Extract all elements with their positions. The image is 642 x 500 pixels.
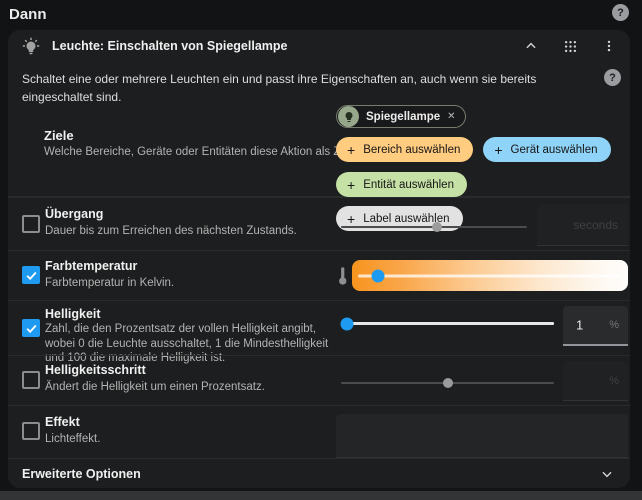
add-entity-chip[interactable]: + Entität auswählen bbox=[336, 172, 467, 197]
color-temp-label: Farbtemperatur bbox=[45, 259, 137, 273]
effect-checkbox[interactable] bbox=[22, 422, 40, 440]
option-row-color-temp: Farbtemperatur Farbtemperatur in Kelvin. bbox=[8, 250, 630, 300]
kebab-menu-icon bbox=[602, 38, 616, 54]
expand-button[interactable] bbox=[598, 465, 616, 483]
effect-label: Effekt bbox=[45, 415, 80, 429]
slider-thumb[interactable] bbox=[432, 222, 442, 232]
option-row-transition: Übergang Dauer bis zum Erreichen des näc… bbox=[8, 197, 630, 250]
brightness-step-description: Ändert die Helligkeit um einen Prozentsa… bbox=[45, 380, 337, 395]
effect-input bbox=[336, 414, 628, 458]
brightness-step-label: Helligkeitsschritt bbox=[45, 363, 146, 377]
chevron-down-icon bbox=[600, 467, 614, 481]
plus-icon: + bbox=[347, 143, 355, 157]
brightness-step-input: % bbox=[563, 361, 628, 401]
brightness-step-checkbox[interactable] bbox=[22, 371, 40, 389]
action-description-row: Schaltet eine oder mehrere Leuchten ein … bbox=[8, 62, 630, 95]
color-temp-slider[interactable] bbox=[352, 260, 628, 291]
plus-icon: + bbox=[347, 178, 355, 192]
action-help-icon[interactable]: ? bbox=[604, 69, 621, 86]
effect-description: Lichteffekt. bbox=[45, 432, 337, 447]
thermometer-icon bbox=[337, 265, 348, 286]
section-header: Dann ? bbox=[0, 0, 642, 30]
close-icon[interactable]: ✕ bbox=[447, 111, 455, 122]
brightness-step-suffix: % bbox=[609, 375, 619, 387]
action-card-header[interactable]: Leuchte: Einschalten von Spiegellampe bbox=[8, 30, 630, 62]
transition-slider[interactable] bbox=[341, 226, 527, 228]
add-device-chip[interactable]: + Gerät auswählen bbox=[483, 137, 610, 162]
advanced-options-label: Erweiterte Optionen bbox=[22, 467, 141, 481]
plus-icon: + bbox=[494, 143, 502, 157]
option-row-brightness: Helligkeit Zahl, die den Prozentsatz der… bbox=[8, 300, 630, 355]
target-chip-spiegellampe[interactable]: Spiegellampe ✕ bbox=[336, 105, 466, 128]
slider-track bbox=[358, 274, 620, 277]
option-row-brightness-step: Helligkeitsschritt Ändert die Helligkeit… bbox=[8, 355, 630, 405]
transition-description: Dauer bis zum Erreichen des nächsten Zus… bbox=[45, 224, 337, 239]
transition-placeholder: seconds bbox=[573, 218, 618, 232]
brightness-slider[interactable] bbox=[341, 322, 554, 325]
check-icon bbox=[25, 322, 38, 335]
color-temp-description: Farbtemperatur in Kelvin. bbox=[45, 276, 337, 291]
add-area-label: Bereich auswählen bbox=[363, 144, 460, 156]
brightness-value: 1 bbox=[576, 318, 583, 333]
targets-label: Ziele bbox=[44, 128, 74, 143]
lightbulb-icon bbox=[343, 111, 355, 123]
transition-label: Übergang bbox=[45, 207, 103, 221]
transition-input: seconds bbox=[537, 204, 628, 246]
brightness-step-slider[interactable] bbox=[341, 382, 554, 384]
brightness-checkbox[interactable] bbox=[22, 319, 40, 337]
next-card-edge bbox=[0, 491, 642, 500]
option-row-effect: Effekt Lichteffekt. bbox=[8, 405, 630, 458]
help-icon[interactable]: ? bbox=[612, 4, 629, 21]
chip-label: Spiegellampe bbox=[366, 111, 440, 123]
check-icon bbox=[25, 269, 38, 282]
slider-thumb[interactable] bbox=[443, 378, 453, 388]
add-area-chip[interactable]: + Bereich auswählen bbox=[336, 137, 473, 162]
advanced-options-toggle[interactable]: Erweiterte Optionen bbox=[8, 458, 630, 488]
slider-thumb[interactable] bbox=[372, 269, 385, 282]
collapse-button[interactable] bbox=[522, 37, 540, 55]
action-card: Leuchte: Einschalten von Spiegellampe bbox=[8, 30, 630, 488]
chip-avatar bbox=[338, 106, 359, 127]
dots-grid-icon bbox=[563, 39, 578, 54]
add-device-label: Gerät auswählen bbox=[511, 144, 598, 156]
drag-handle[interactable] bbox=[561, 37, 579, 55]
brightness-suffix: % bbox=[609, 319, 619, 331]
chevron-up-icon bbox=[524, 39, 538, 53]
color-temp-checkbox[interactable] bbox=[22, 266, 40, 284]
targets-section: Ziele Welche Bereiche, Geräte oder Entit… bbox=[8, 95, 630, 197]
add-entity-label: Entität auswählen bbox=[363, 179, 454, 191]
brightness-label: Helligkeit bbox=[45, 307, 101, 321]
action-title: Leuchte: Einschalten von Spiegellampe bbox=[52, 39, 287, 53]
brightness-input[interactable]: 1 % bbox=[563, 306, 628, 346]
slider-thumb[interactable] bbox=[341, 317, 354, 330]
overflow-menu-button[interactable] bbox=[600, 37, 618, 55]
page-title: Dann bbox=[9, 6, 47, 23]
lightbulb-on-icon bbox=[22, 37, 40, 55]
transition-checkbox[interactable] bbox=[22, 215, 40, 233]
